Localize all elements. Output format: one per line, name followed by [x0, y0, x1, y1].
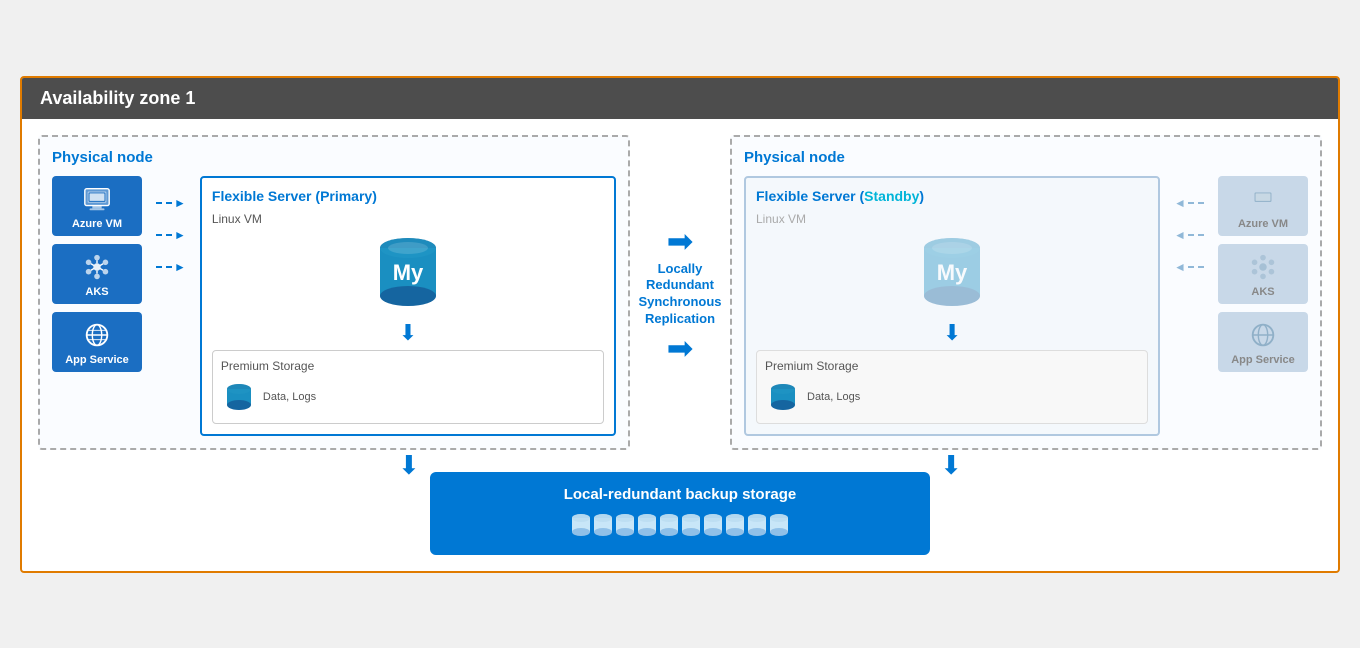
left-node-content: Azure VM	[52, 176, 616, 436]
right-dash-3	[1188, 266, 1204, 268]
connector-1: ►	[156, 196, 186, 210]
svg-text:My: My	[393, 260, 424, 285]
left-server-title: Flexible Server (Primary)	[212, 188, 604, 204]
arrow-2: ►	[174, 228, 186, 242]
right-aks-icon	[1248, 252, 1278, 282]
big-right-arrow-2: ➡	[667, 332, 694, 364]
right-app-service-label: App Service	[1231, 354, 1295, 366]
right-aks-label: AKS	[1251, 286, 1274, 298]
main-content: Physical node	[22, 119, 1338, 571]
right-db-icon	[765, 379, 801, 415]
standby-label: Standby	[864, 188, 919, 204]
backup-label: Local-redundant backup storage	[564, 486, 797, 503]
left-node-label: Physical node	[52, 149, 616, 166]
right-connector-lines: ► ► ►	[1170, 176, 1208, 274]
right-node-content: Flexible Server (Standby) Linux VM My	[744, 176, 1308, 436]
right-dash-1	[1188, 202, 1204, 204]
right-connector-3: ►	[1174, 260, 1204, 274]
right-physical-node: Physical node Flexible Server (Standby) …	[730, 135, 1322, 450]
left-app-service-box: App Service	[52, 312, 142, 372]
connector-2: ►	[156, 228, 186, 242]
right-vm-icon	[1248, 184, 1278, 214]
backup-box-container: Local-redundant backup storage	[38, 472, 1322, 555]
big-right-arrow-1: ➡	[667, 225, 694, 257]
left-db-icon	[221, 379, 257, 415]
vm-icon	[82, 184, 112, 214]
title-bar: Availability zone 1	[22, 78, 1338, 119]
right-azure-vm-label: Azure VM	[1238, 218, 1288, 230]
left-down-arrow: ⬇	[212, 322, 604, 344]
right-storage-label: Premium Storage	[765, 359, 1139, 373]
right-flex-server: Flexible Server (Standby) Linux VM My	[744, 176, 1160, 436]
right-down-arrow: ⬇	[756, 322, 1148, 344]
center-col: ➡ LocallyRedundantSynchronousReplication…	[630, 135, 730, 365]
left-azure-vm-label: Azure VM	[72, 218, 122, 230]
left-flex-server: Flexible Server (Primary) Linux VM	[200, 176, 616, 436]
mysql-cylinder-svg-right: My	[917, 232, 987, 312]
left-linux-vm: Linux VM	[212, 212, 604, 226]
right-azure-vm-box: Azure VM	[1218, 176, 1308, 236]
right-arrow-1: ►	[1174, 196, 1186, 210]
zone-grid: Physical node	[38, 135, 1322, 450]
dash-2	[156, 234, 172, 236]
left-backup-down-arrow: ⬇	[398, 450, 420, 481]
left-premium-storage: Premium Storage Data, Logs	[212, 350, 604, 424]
left-aks-label: AKS	[85, 286, 108, 298]
connector-3: ►	[156, 260, 186, 274]
dash-1	[156, 202, 172, 204]
arrow-3: ►	[174, 260, 186, 274]
right-app-service-icon	[1248, 320, 1278, 350]
right-mysql-icon: My	[756, 232, 1148, 312]
right-connector-1: ►	[1174, 196, 1204, 210]
right-app-service-box: App Service	[1218, 312, 1308, 372]
replication-label: LocallyRedundantSynchronousReplication	[638, 261, 721, 329]
left-mysql-icon: My	[212, 232, 604, 312]
right-dash-2	[1188, 234, 1204, 236]
right-arrow-2: ►	[1174, 228, 1186, 242]
left-storage-label: Premium Storage	[221, 359, 595, 373]
left-azure-vm-box: Azure VM	[52, 176, 142, 236]
right-connector-2: ►	[1174, 228, 1204, 242]
right-aks-box: AKS	[1218, 244, 1308, 304]
primary-label: Primary	[320, 188, 372, 204]
left-storage-icons: Data, Logs	[221, 379, 595, 415]
svg-text:My: My	[937, 260, 968, 285]
arrow-1: ►	[174, 196, 186, 210]
zone-title: Availability zone 1	[40, 88, 195, 108]
right-backup-down-arrow: ⬇	[940, 450, 962, 481]
backup-storage-box: Local-redundant backup storage	[430, 472, 930, 555]
right-node-label: Physical node	[744, 149, 1308, 166]
right-arrow-3: ►	[1174, 260, 1186, 274]
aks-icon	[82, 252, 112, 282]
left-connector-lines: ► ► ►	[152, 176, 190, 274]
left-data-logs: Data, Logs	[263, 391, 316, 403]
left-app-icons: Azure VM	[52, 176, 142, 372]
replication-arrows: ➡ LocallyRedundantSynchronousReplication…	[638, 225, 721, 365]
app-service-icon	[82, 320, 112, 350]
left-aks-box: AKS	[52, 244, 142, 304]
backup-icons-row	[570, 511, 790, 541]
left-app-service-label: App Service	[65, 354, 129, 366]
backup-db-icons	[570, 511, 790, 541]
mysql-cylinder-svg: My	[373, 232, 443, 312]
dash-3	[156, 266, 172, 268]
availability-zone-container: Availability zone 1 Physical node	[20, 76, 1340, 573]
right-server-title: Flexible Server (Standby)	[756, 188, 1148, 204]
right-premium-storage: Premium Storage Data, Logs	[756, 350, 1148, 424]
right-app-icons: Azure VM AK	[1218, 176, 1308, 372]
left-physical-node: Physical node	[38, 135, 630, 450]
right-storage-icons: Data, Logs	[765, 379, 1139, 415]
right-linux-vm: Linux VM	[756, 212, 1148, 226]
right-data-logs: Data, Logs	[807, 391, 860, 403]
